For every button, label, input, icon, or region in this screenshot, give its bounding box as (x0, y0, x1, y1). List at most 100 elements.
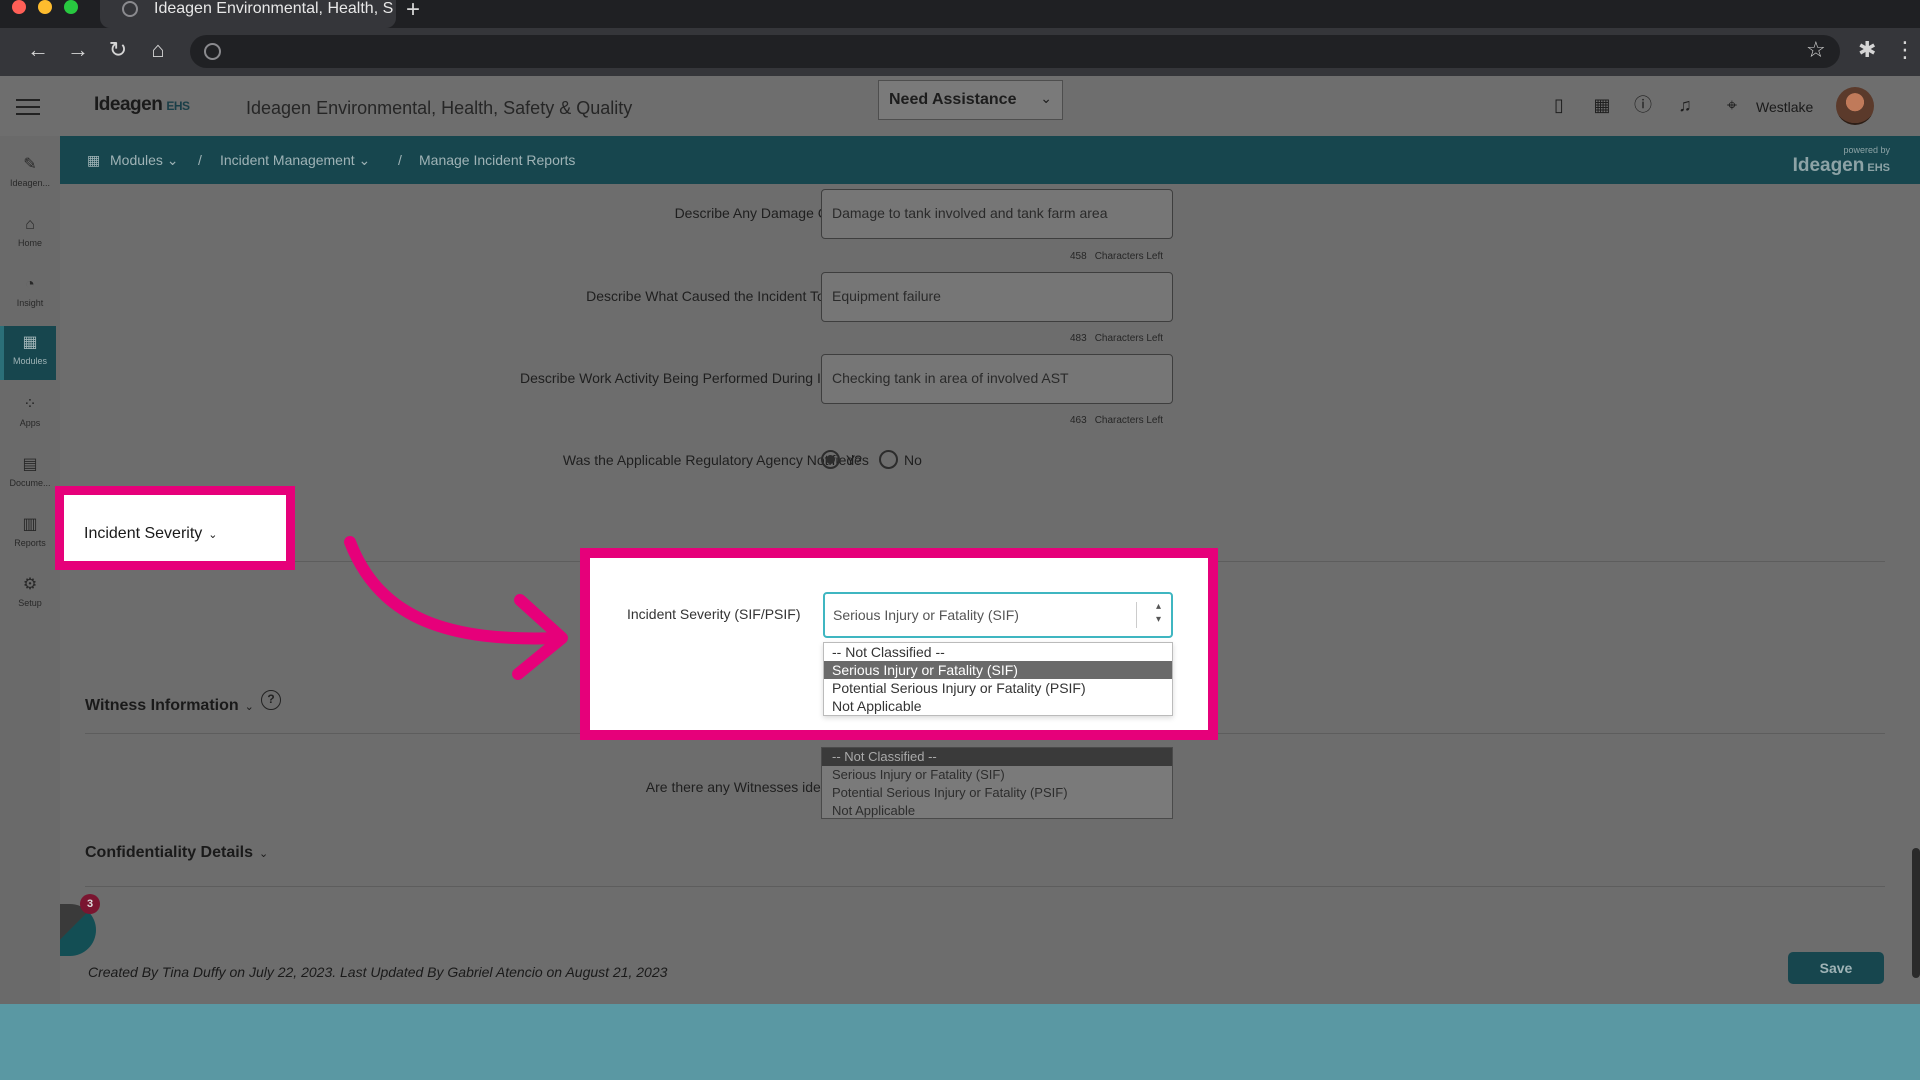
browser-menu-icon[interactable]: ⋮ (1894, 37, 1916, 63)
activity-textarea[interactable]: Checking tank in area of involved AST (821, 354, 1173, 404)
address-bar[interactable] (190, 35, 1840, 68)
sidebar-item-insight[interactable]: ◔ Insight (4, 268, 56, 322)
browser-toolbar: ← → ↻ ⌂ ☆ ✱ ⋮ (0, 28, 1920, 76)
save-button[interactable]: Save (1788, 952, 1884, 984)
globe-icon (122, 1, 138, 17)
sidebar-item-label: Insight (16, 298, 44, 308)
site-info-icon[interactable] (204, 43, 221, 60)
location-name[interactable]: Westlake (1756, 99, 1813, 115)
need-assistance-dropdown[interactable]: Need Assistance ⌄ (878, 80, 1063, 120)
extensions-icon[interactable]: ✱ (1858, 37, 1876, 63)
witness-section-toggle[interactable]: Witness Information ⌄ (85, 697, 254, 715)
severity-option[interactable]: Not Applicable (824, 697, 1172, 715)
chevron-down-icon: ⌄ (259, 848, 269, 860)
select-divider (1136, 602, 1137, 628)
maximize-window-icon[interactable] (64, 0, 78, 14)
home-icon: ⌂ (25, 216, 35, 233)
breadcrumb-current: Manage Incident Reports (419, 152, 576, 168)
app-title: Ideagen Environmental, Health, Safety & … (246, 98, 633, 118)
modules-grid-icon: ▦ (87, 152, 101, 168)
list-item: -- Not Classified -- (822, 748, 1172, 766)
sidebar-item-ideagen[interactable]: ✎ Ideagen... (4, 148, 56, 202)
incident-severity-section-title: Incident Severity (84, 525, 203, 542)
assistant-widget[interactable]: 3 (60, 894, 100, 956)
location-pin-icon[interactable]: ⌖ (1722, 95, 1742, 115)
sidebar-item-label: Home (17, 238, 42, 248)
forward-icon[interactable]: → (64, 38, 92, 62)
help-icon[interactable]: ⓘ (1633, 95, 1653, 115)
agency-yes-radio[interactable] (821, 450, 840, 469)
breadcrumb: ▦ Modules ⌄ / Incident Management ⌄ / Ma… (60, 136, 1920, 184)
sidebar-item-label: Ideagen... (9, 178, 51, 188)
agency-no-label: No (904, 452, 922, 468)
apps-icon: ⁘ (23, 396, 37, 413)
up-down-chevron-icon: ▴ ▾ (1155, 601, 1161, 625)
reload-icon[interactable]: ↻ (104, 38, 132, 62)
activity-label: Describe Work Activity Being Performed D… (520, 370, 866, 386)
breadcrumb-modules-label: Modules (110, 152, 163, 168)
cause-chars-left: 483 Characters Left (1070, 333, 1164, 344)
sidebar-item-apps[interactable]: ⁘ Apps (4, 388, 56, 442)
powered-logo-suffix: EHS (1867, 162, 1890, 174)
breadcrumb-modules[interactable]: Modules ⌄ (110, 152, 179, 169)
logo-suffix: EHS (166, 99, 190, 113)
breadcrumb-separator: / (198, 152, 202, 168)
section-divider (85, 886, 1885, 887)
chevron-down-icon: ⌄ (244, 701, 254, 713)
need-assistance-label: Need Assistance (889, 91, 1017, 108)
cause-textarea[interactable]: Equipment failure (821, 272, 1173, 322)
confidentiality-section-toggle[interactable]: Confidentiality Details ⌄ (85, 844, 268, 862)
chevron-down-icon: ⌄ (208, 529, 218, 541)
help-icon[interactable]: ? (261, 690, 281, 710)
sidebar-item-label: Setup (18, 598, 42, 608)
powered-by-text: powered by (1843, 145, 1890, 155)
activity-chars-left: 463 Characters Left (1070, 415, 1164, 426)
user-avatar[interactable] (1836, 87, 1874, 125)
close-window-icon[interactable] (12, 0, 26, 14)
scrollbar[interactable] (1912, 848, 1920, 978)
list-item: Not Applicable (832, 803, 916, 818)
sidebar-item-reports[interactable]: ▥ Reports (4, 508, 56, 562)
app-logo[interactable]: Ideagen EHS (94, 94, 190, 116)
mobile-icon[interactable]: ▯ (1549, 95, 1569, 115)
severity-selected-value: Serious Injury or Fatality (SIF) (833, 607, 1019, 623)
callout-arrow (344, 536, 568, 680)
witness-section-title: Witness Information (85, 697, 239, 714)
list-item: Potential Serious Injury or Fatality (PS… (832, 785, 1068, 800)
bookmark-star-icon[interactable]: ☆ (1806, 37, 1826, 63)
severity-option[interactable]: Potential Serious Injury or Fatality (PS… (824, 679, 1172, 697)
bell-icon[interactable]: ♫ (1675, 95, 1695, 115)
minimize-window-icon[interactable] (38, 0, 52, 14)
hamburger-menu-icon[interactable] (16, 99, 40, 115)
back-icon[interactable]: ← (24, 38, 52, 62)
powered-logo-text: Ideagen (1792, 155, 1865, 176)
calendar-icon[interactable]: ▦ (1592, 95, 1612, 115)
sidebar-item-label: Modules (12, 356, 48, 366)
sidebar-item-documents[interactable]: ▤ Docume... (4, 448, 56, 502)
breadcrumb-incident-management[interactable]: Incident Management ⌄ (220, 152, 370, 169)
damage-textarea[interactable]: Damage to tank involved and tank farm ar… (821, 189, 1173, 239)
modules-icon: ▦ (22, 334, 38, 351)
new-tab-button[interactable]: + (406, 0, 420, 24)
severity-options-background: -- Not Classified -- Serious Injury or F… (821, 747, 1173, 819)
sidebar-item-home[interactable]: ⌂ Home (4, 208, 56, 262)
sidebar-item-modules[interactable]: ▦ Modules (4, 326, 56, 380)
home-icon[interactable]: ⌂ (144, 38, 172, 62)
agency-no-radio[interactable] (879, 450, 898, 469)
breadcrumb-separator: / (398, 152, 402, 168)
insight-icon: ◔ (25, 276, 35, 293)
incident-severity-callout[interactable]: Incident Severity ⌄ (55, 486, 295, 570)
chevron-down-icon: ⌄ (1040, 90, 1052, 106)
logo-text: Ideagen (94, 94, 163, 115)
sidebar-item-setup[interactable]: ⚙ Setup (4, 568, 56, 622)
severity-option[interactable]: Serious Injury or Fatality (SIF) (824, 661, 1172, 679)
notification-badge: 3 (80, 894, 100, 914)
setup-icon: ⚙ (22, 576, 38, 593)
severity-select[interactable]: Serious Injury or Fatality (SIF) ▴ ▾ (823, 592, 1173, 638)
sidebar-item-label: Apps (19, 418, 41, 428)
severity-options-list: -- Not Classified -- Serious Injury or F… (823, 642, 1173, 716)
browser-tab[interactable]: Ideagen Environmental, Health, S (100, 0, 396, 28)
severity-option[interactable]: -- Not Classified -- (824, 643, 1172, 661)
reports-icon: ▥ (22, 516, 38, 533)
sidebar-item-label: Docume... (9, 478, 51, 488)
